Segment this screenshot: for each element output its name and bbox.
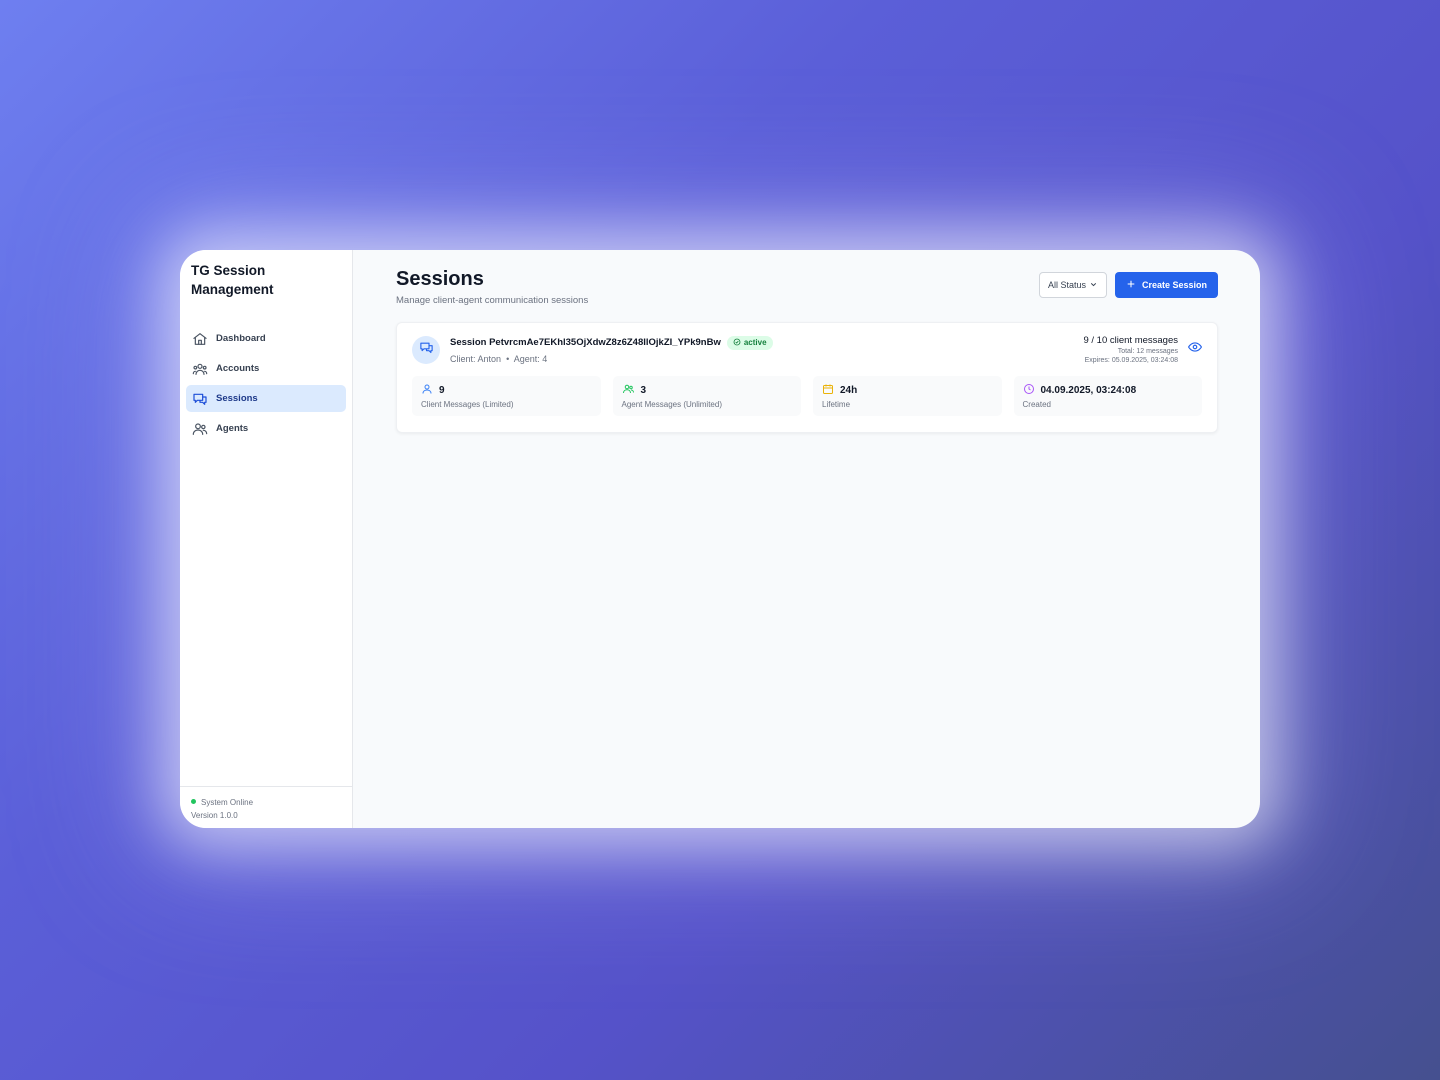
header-actions: All Status Create Session	[1038, 272, 1218, 298]
home-icon	[192, 331, 208, 347]
session-card-header: Session PetvrcmAe7EKhl35OjXdwZ8z6Z48IlOj…	[412, 335, 1203, 364]
sidebar: TG Session Management Dashboard Accounts…	[180, 250, 353, 828]
session-client: Client: Anton	[450, 353, 502, 364]
version-label: Version 1.0.0	[191, 811, 238, 820]
status-dot-icon	[191, 799, 196, 804]
users-icon	[192, 361, 208, 377]
stat-created: 04.09.2025, 03:24:08 Created	[1013, 376, 1202, 416]
sidebar-item-label: Accounts	[216, 363, 260, 374]
sidebar-item-accounts[interactable]: Accounts	[186, 355, 346, 382]
sidebar-footer: System Online Version 1.0.0	[180, 786, 352, 828]
status-badge: active	[726, 335, 773, 350]
sidebar-item-sessions[interactable]: Sessions	[186, 385, 346, 412]
session-avatar	[412, 335, 440, 364]
clock-icon	[1023, 383, 1035, 398]
page-subtitle: Manage client-agent communication sessio…	[396, 295, 589, 306]
client-message-count: 9 / 10 client messages	[1083, 335, 1178, 346]
sidebar-item-label: Sessions	[216, 393, 258, 404]
users-icon	[622, 383, 635, 398]
stat-lifetime: 24h Lifetime	[813, 376, 1002, 416]
create-session-button[interactable]: Create Session	[1114, 272, 1218, 298]
app-window: TG Session Management Dashboard Accounts…	[180, 250, 1260, 828]
session-agent: Agent: 4	[513, 353, 548, 364]
system-status: System Online	[191, 796, 341, 809]
sidebar-nav: Dashboard Accounts Sessions Agents	[180, 325, 352, 442]
chat-icon	[419, 340, 434, 360]
sidebar-item-agents[interactable]: Agents	[186, 415, 346, 442]
stat-agent-messages: 3 Agent Messages (Unlimited)	[612, 376, 801, 416]
sidebar-item-dashboard[interactable]: Dashboard	[186, 325, 346, 352]
page-title: Sessions	[396, 268, 484, 290]
eye-icon[interactable]	[1187, 340, 1203, 359]
plus-icon	[1126, 279, 1136, 291]
session-stats: 9 Client Messages (Limited) 3 Agent Mess…	[412, 376, 1202, 416]
chat-icon	[192, 391, 208, 407]
stat-client-messages: 9 Client Messages (Limited)	[412, 376, 601, 416]
session-name: Session PetvrcmAe7EKhl35OjXdwZ8z6Z48IlOj…	[450, 337, 721, 348]
session-card[interactable]: Session PetvrcmAe7EKhl35OjXdwZ8z6Z48IlOj…	[396, 322, 1218, 433]
sidebar-item-label: Dashboard	[216, 333, 266, 344]
page-header: Sessions Manage client-agent communicati…	[396, 266, 1218, 306]
status-filter-select[interactable]: All Status	[1038, 272, 1107, 298]
total-messages: Total: 12 messages	[1117, 348, 1178, 355]
user-group-icon	[192, 421, 208, 437]
check-circle-icon	[733, 338, 741, 348]
calendar-icon	[822, 383, 834, 398]
chevron-down-icon	[1089, 280, 1098, 291]
sidebar-item-label: Agents	[216, 423, 249, 434]
session-meta: Client: Anton • Agent: 4	[450, 353, 548, 364]
user-icon	[421, 383, 433, 398]
expires-at: Expires: 05.09.2025, 03:24:08	[1084, 357, 1178, 364]
brand-title: TG Session Management	[191, 263, 274, 297]
main-content: Sessions Manage client-agent communicati…	[353, 250, 1260, 828]
